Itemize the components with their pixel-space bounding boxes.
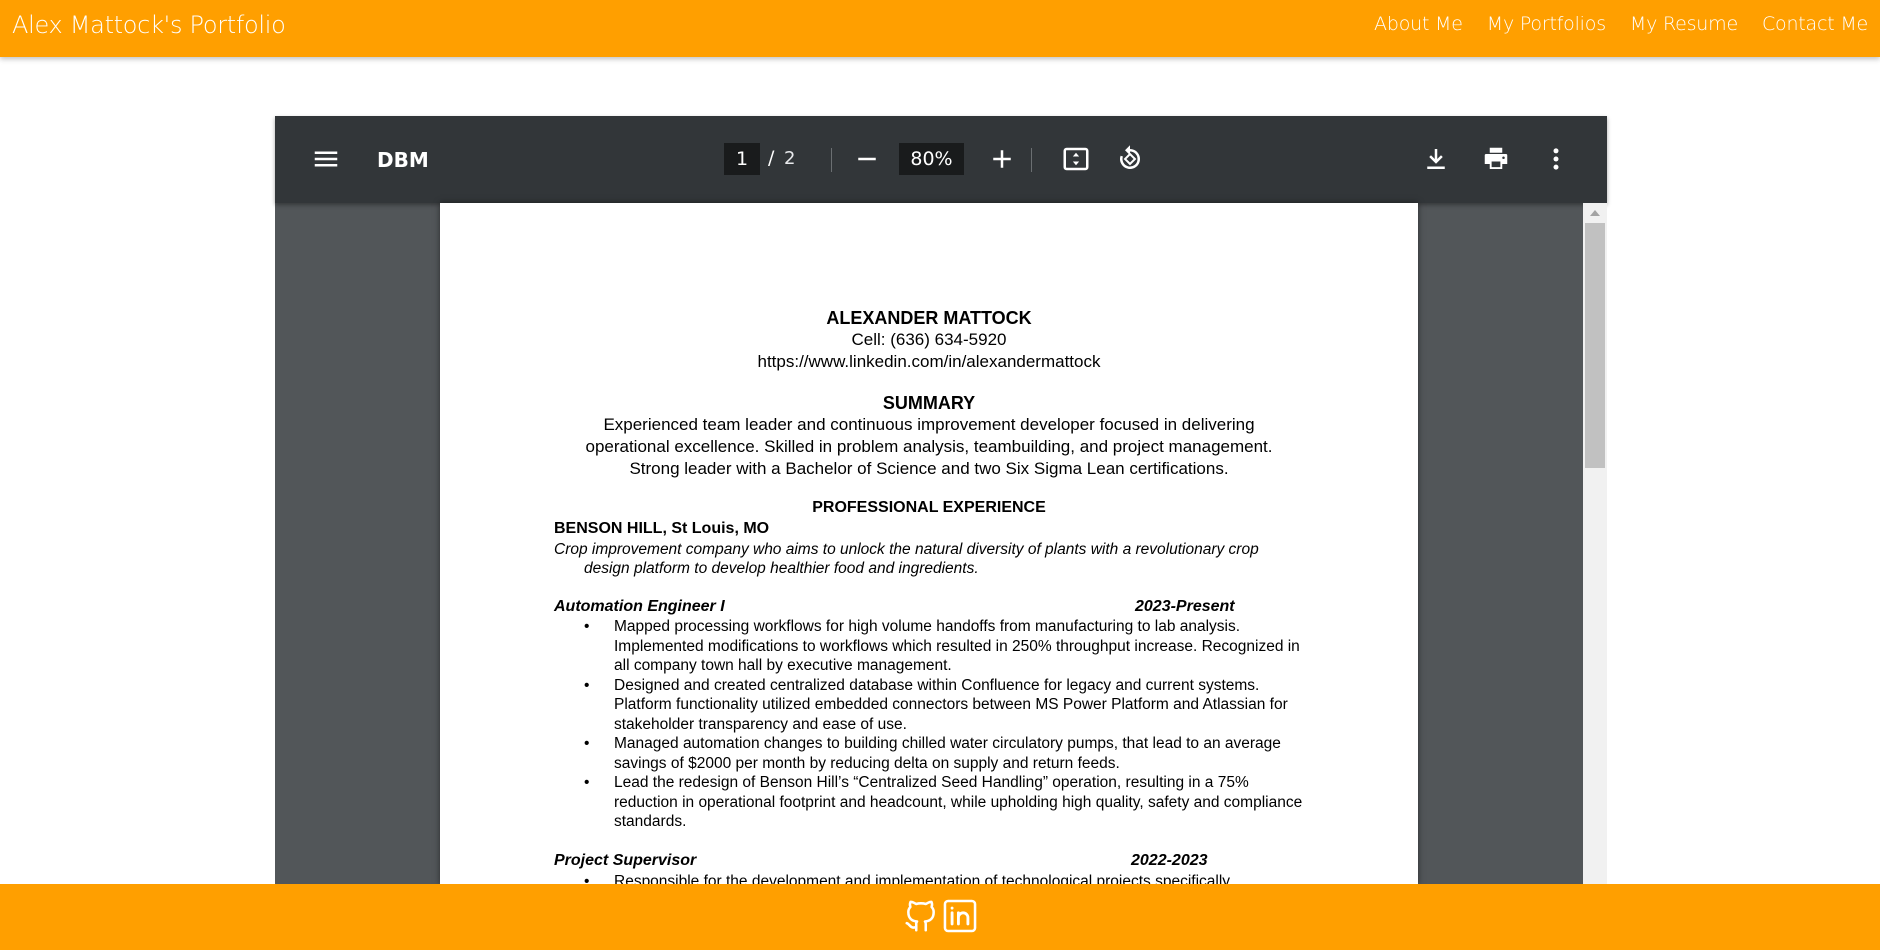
job-dates: 2022-2023 <box>1131 852 1208 869</box>
resume-cell: Cell: (636) 634-5920 <box>851 330 1007 349</box>
nav-link-my-portfolios[interactable]: My Portfolios <box>1487 13 1606 35</box>
job-dates: 2023-Present <box>1135 598 1235 615</box>
pdf-page[interactable]: ALEXANDER MATTOCK Cell: (636) 634-5920 h… <box>440 203 1418 884</box>
resume-linkedin[interactable]: https://www.linkedin.com/in/alexandermat… <box>440 352 1418 372</box>
job-bullets: Mapped processing workflows for high vol… <box>584 617 1304 832</box>
page-total: 2 <box>784 148 796 169</box>
job-bullets: Responsible for the development and impl… <box>584 872 1304 884</box>
pdf-toolbar: DBM 1 / 2 80% <box>275 116 1607 203</box>
summary-line: Experienced team leader and continuous i… <box>603 415 1255 434</box>
list-item: Mapped processing workflows for high vol… <box>584 617 1304 676</box>
github-icon[interactable] <box>902 897 940 935</box>
footer <box>0 884 1880 950</box>
scrollbar-thumb[interactable] <box>1585 223 1605 468</box>
page-number-input[interactable]: 1 <box>724 143 760 175</box>
pdf-scrollbar[interactable] <box>1583 203 1607 884</box>
pdf-viewer: DBM 1 / 2 80% ALEXANDER MATTOCK Cell: (6… <box>275 116 1607 884</box>
list-item: Responsible for the development and impl… <box>584 872 1304 884</box>
rotate-icon[interactable] <box>1115 144 1145 174</box>
scroll-up-arrow-icon[interactable] <box>1590 210 1600 216</box>
list-item: Managed automation changes to building c… <box>584 734 1304 773</box>
toolbar-divider <box>1031 148 1032 172</box>
company-name: BENSON HILL, St Louis, MO <box>554 520 770 537</box>
nav-link-contact-me[interactable]: Contact Me <box>1762 13 1868 35</box>
more-options-icon[interactable] <box>1541 144 1571 174</box>
job-title: Project Supervisor <box>554 852 697 869</box>
job-title: Automation Engineer I <box>554 598 725 615</box>
list-item: Designed and created centralized databas… <box>584 676 1304 735</box>
list-item: Lead the redesign of Benson Hill’s “Cent… <box>584 773 1304 832</box>
resume-name: ALEXANDER MATTOCK <box>826 308 1032 328</box>
fit-page-icon[interactable] <box>1061 144 1091 174</box>
top-navbar: Alex Mattock's Portfolio About Me My Por… <box>0 0 1880 57</box>
summary-line: Strong leader with a Bachelor of Science… <box>629 459 1229 478</box>
document-title: DBM <box>377 148 429 172</box>
page-separator: / <box>768 147 775 169</box>
menu-icon[interactable] <box>311 144 341 174</box>
company-description-line: Crop improvement company who aims to unl… <box>554 541 1259 558</box>
company-description-line: design platform to develop healthier foo… <box>584 560 979 577</box>
zoom-level-input[interactable]: 80% <box>899 143 964 175</box>
nav-links: About Me My Portfolios My Resume Contact… <box>1350 13 1868 35</box>
nav-link-my-resume[interactable]: My Resume <box>1630 13 1738 35</box>
linkedin-icon[interactable] <box>941 897 979 935</box>
summary-heading: SUMMARY <box>882 393 976 413</box>
zoom-out-icon[interactable] <box>852 144 882 174</box>
experience-heading: PROFESSIONAL EXPERIENCE <box>812 499 1046 516</box>
site-brand[interactable]: Alex Mattock's Portfolio <box>12 11 286 39</box>
summary-line: operational excellence. Skilled in probl… <box>585 437 1273 456</box>
toolbar-divider <box>831 148 832 172</box>
zoom-in-icon[interactable] <box>987 144 1017 174</box>
nav-link-about-me[interactable]: About Me <box>1374 13 1463 35</box>
company-description: Crop improvement company who aims to unl… <box>554 540 1314 578</box>
print-icon[interactable] <box>1481 144 1511 174</box>
download-icon[interactable] <box>1421 144 1451 174</box>
